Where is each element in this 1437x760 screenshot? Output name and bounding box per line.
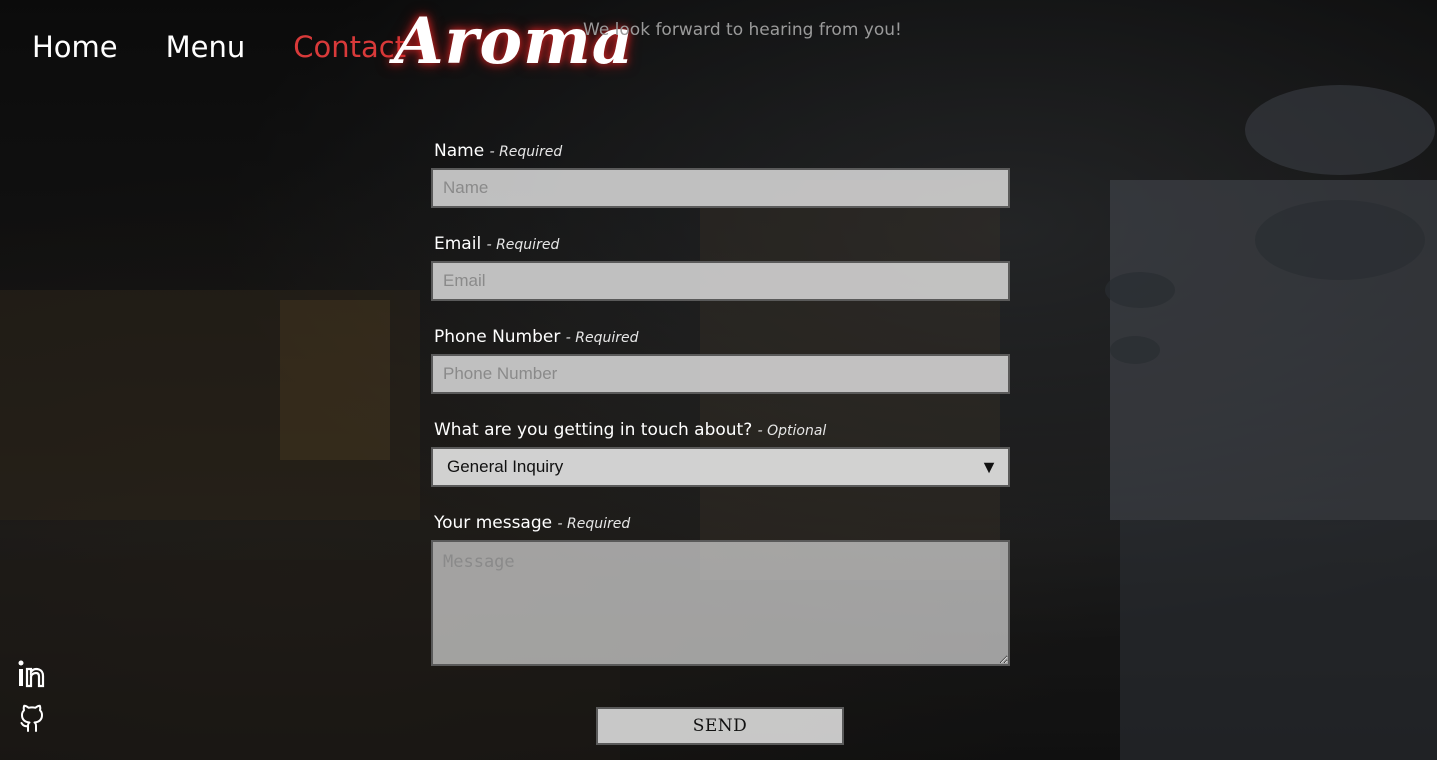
phone-required-note: - Required	[565, 330, 639, 346]
chevron-down-icon: ▼	[980, 457, 998, 477]
name-field-group: Name - Required	[431, 138, 1010, 208]
topic-select[interactable]: General Inquiry ▼	[431, 447, 1010, 487]
nav-home[interactable]: Home	[32, 30, 118, 64]
phone-label: Phone Number - Required	[431, 324, 1010, 354]
message-label: Your message - Required	[431, 510, 1010, 540]
topic-optional-note: - Optional	[757, 423, 827, 439]
email-label-text: Email	[434, 234, 482, 254]
logo: Aroma	[394, 4, 635, 79]
main-nav: Home Menu Contact	[32, 30, 406, 64]
topic-label-text: What are you getting in touch about?	[434, 420, 753, 440]
email-input[interactable]	[431, 261, 1010, 301]
topic-field-group: What are you getting in touch about? - O…	[431, 417, 1010, 487]
message-required-note: - Required	[557, 516, 631, 532]
topic-label: What are you getting in touch about? - O…	[431, 417, 1010, 447]
github-icon[interactable]	[16, 702, 48, 734]
nav-menu[interactable]: Menu	[166, 30, 246, 64]
phone-input[interactable]	[431, 354, 1010, 394]
email-label: Email - Required	[431, 231, 1010, 261]
message-textarea[interactable]	[431, 540, 1010, 666]
email-field-group: Email - Required	[431, 231, 1010, 301]
message-field-group: Your message - Required	[431, 510, 1010, 670]
name-input[interactable]	[431, 168, 1010, 208]
linkedin-icon[interactable]	[16, 658, 48, 690]
name-required-note: - Required	[489, 144, 563, 160]
topic-selected-value: General Inquiry	[447, 457, 564, 476]
message-label-text: Your message	[434, 513, 553, 533]
nav-contact[interactable]: Contact	[293, 30, 406, 64]
social-links	[16, 658, 48, 734]
name-label: Name - Required	[431, 138, 1010, 168]
contact-form: Name - Required Email - Required Phone N…	[431, 138, 1010, 670]
phone-field-group: Phone Number - Required	[431, 324, 1010, 394]
tagline: We look forward to hearing from you!	[583, 20, 902, 40]
phone-label-text: Phone Number	[434, 327, 561, 347]
email-required-note: - Required	[486, 237, 560, 253]
send-button[interactable]: SEND	[596, 707, 844, 745]
name-label-text: Name	[434, 141, 485, 161]
